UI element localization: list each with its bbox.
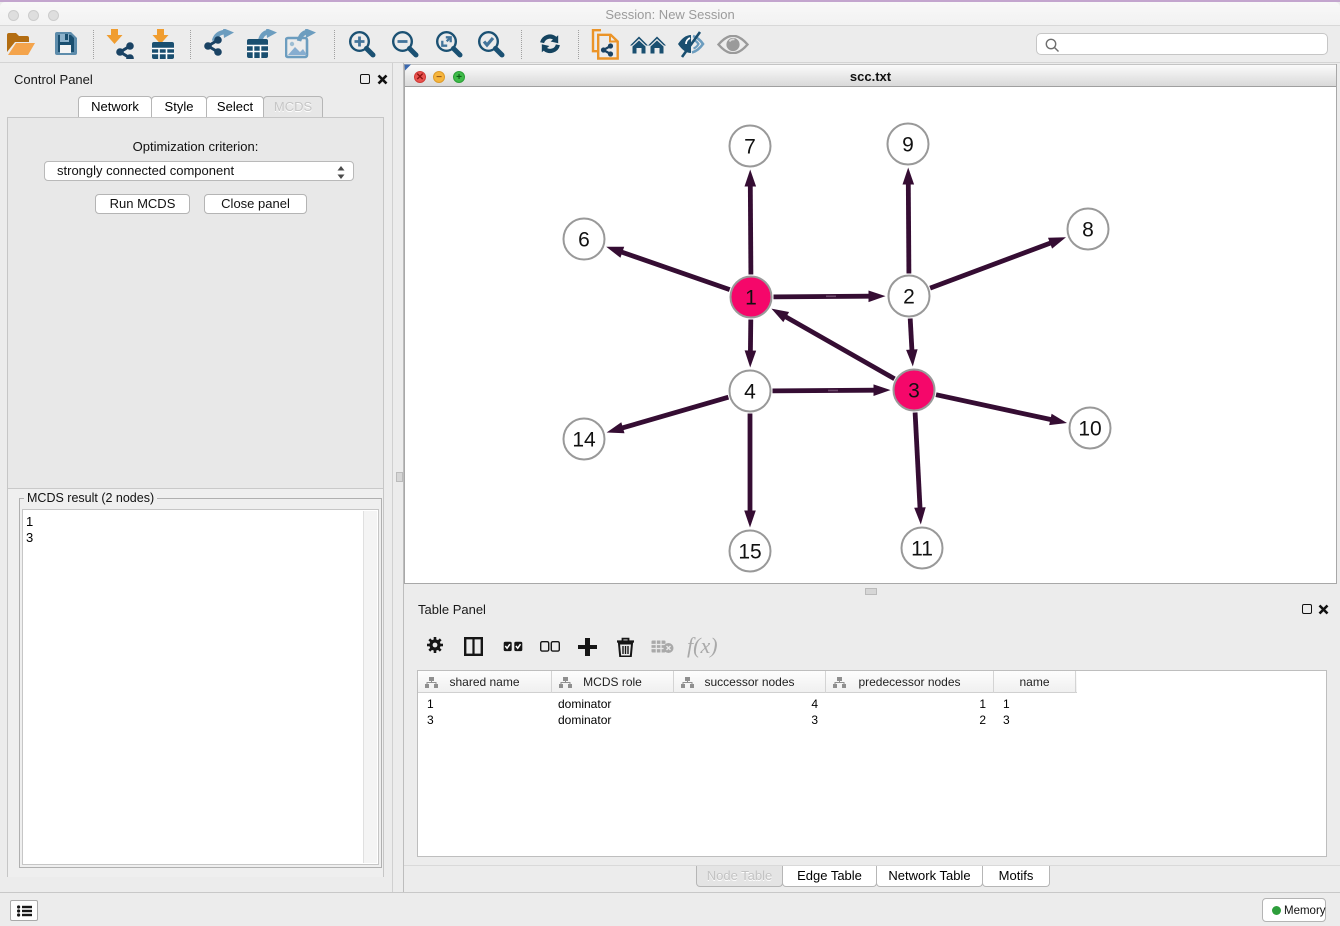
svg-text:1: 1 (745, 286, 757, 309)
svg-text:8: 8 (1082, 218, 1094, 241)
svg-text:15: 15 (738, 540, 761, 563)
svg-text:2: 2 (903, 285, 915, 308)
svg-text:3: 3 (908, 379, 920, 402)
svg-text:4: 4 (744, 380, 756, 403)
svg-text:14: 14 (572, 428, 596, 451)
svg-text:10: 10 (1078, 417, 1101, 440)
svg-text:7: 7 (744, 135, 756, 158)
svg-text:11: 11 (911, 537, 933, 560)
svg-text:6: 6 (578, 228, 590, 251)
svg-text:9: 9 (902, 133, 914, 156)
